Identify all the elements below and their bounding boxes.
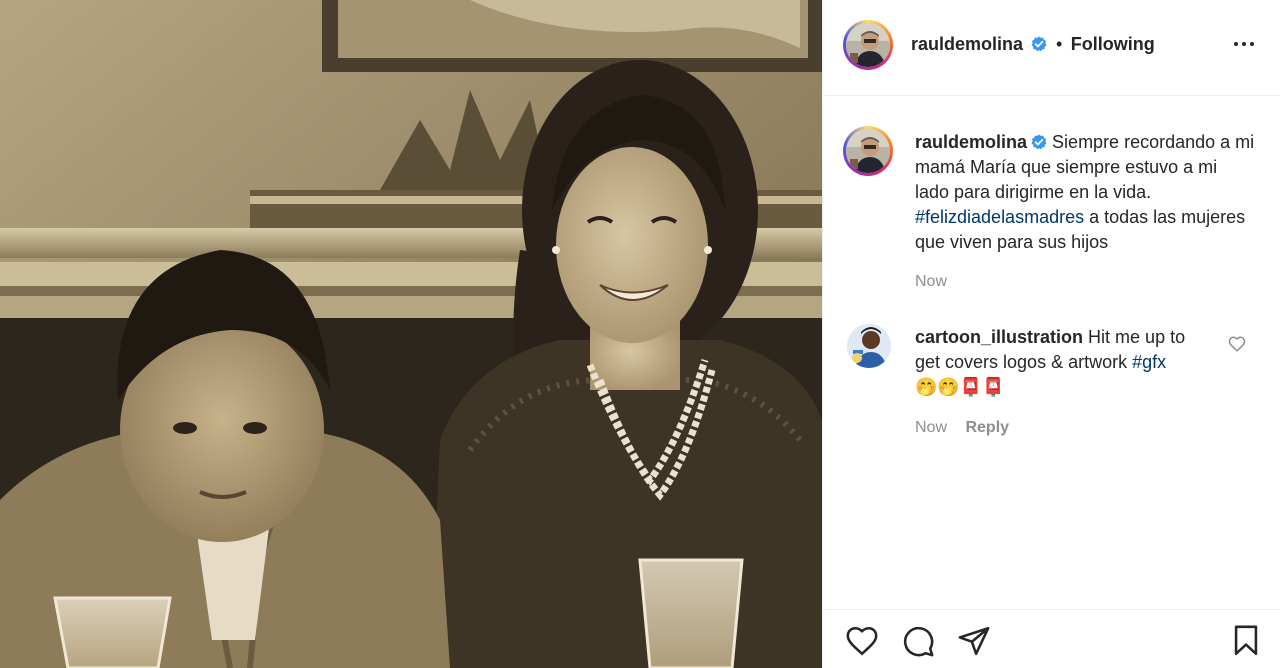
- header-separator: •: [1055, 34, 1063, 54]
- more-options-icon[interactable]: [1234, 34, 1262, 54]
- caption-avatar-image: [846, 129, 890, 173]
- post-container: rauldemolina • Following rauldemolina Si…: [0, 0, 1280, 668]
- post-details-panel: rauldemolina • Following rauldemolina Si…: [822, 0, 1280, 668]
- comment-timestamp: Now: [915, 419, 948, 436]
- author-username[interactable]: rauldemolina: [911, 34, 1023, 54]
- post-photo[interactable]: [0, 0, 822, 668]
- reply-button[interactable]: Reply: [965, 419, 1009, 436]
- comment-meta: Now Reply: [915, 419, 1009, 437]
- caption-hashtag[interactable]: #felizdiadelasmadres: [915, 207, 1084, 227]
- comment-emojis: 🤭🤭📮📮: [915, 377, 1005, 398]
- heart-icon[interactable]: [845, 624, 879, 658]
- comment-icon[interactable]: [901, 624, 935, 658]
- caption-verified-badge-icon: [1031, 134, 1047, 150]
- author-avatar-image: [846, 23, 890, 67]
- sepia-family-photo: [0, 0, 822, 668]
- share-icon[interactable]: [957, 624, 991, 658]
- caption: rauldemolina Siempre recordando a mi mam…: [915, 130, 1255, 255]
- author-avatar[interactable]: [843, 20, 893, 70]
- comment-hashtag[interactable]: #gfx: [1132, 352, 1166, 372]
- caption-timestamp: Now: [915, 273, 948, 290]
- post-header: rauldemolina • Following: [823, 0, 1280, 96]
- following-button[interactable]: Following: [1071, 34, 1155, 54]
- bookmark-icon[interactable]: [1229, 624, 1263, 658]
- commenter-avatar-image: [847, 324, 891, 368]
- comment-body: cartoon_illustration Hit me up to get co…: [915, 325, 1215, 400]
- comment-like-heart-icon[interactable]: [1228, 335, 1246, 353]
- comment-username[interactable]: cartoon_illustration: [915, 327, 1083, 347]
- commenter-avatar[interactable]: [847, 324, 891, 368]
- action-bar: [823, 609, 1280, 668]
- caption-username[interactable]: rauldemolina: [915, 132, 1027, 152]
- caption-author-avatar[interactable]: [843, 126, 893, 176]
- verified-badge-icon: [1031, 36, 1047, 52]
